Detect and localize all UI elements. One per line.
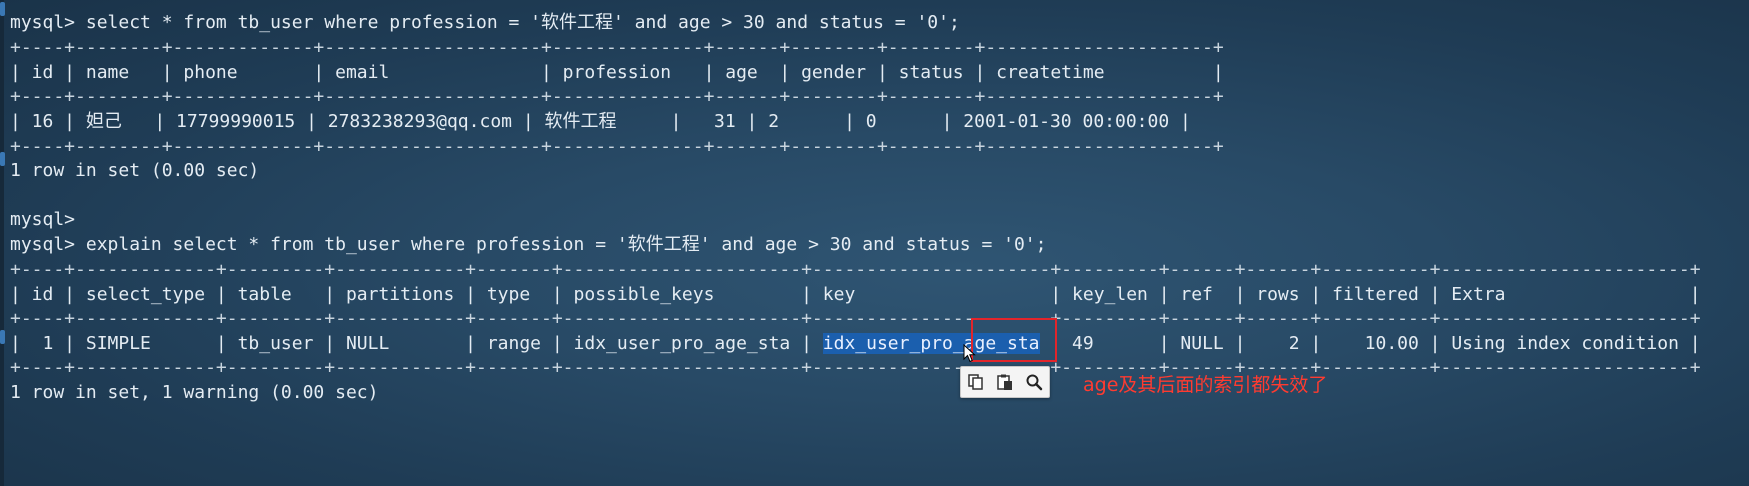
mysql-prompt: mysql> bbox=[10, 209, 76, 230]
annotation-text: age及其后面的索引都失效了 bbox=[1083, 374, 1328, 396]
left-edge-marker bbox=[0, 330, 5, 344]
explain-header-row: | id | select_type | table | partitions … bbox=[10, 284, 1701, 305]
left-edge-bar bbox=[0, 0, 4, 486]
table-row: | 16 | 妲己 | 17799990015 | 2783238293@qq.… bbox=[10, 111, 1191, 132]
explain-data-row: | 1 | SIMPLE | tb_user | NULL | range | … bbox=[10, 333, 1701, 355]
result-status: 1 row in set (0.00 sec) bbox=[10, 160, 260, 181]
row-text-after-selection: | 49 | NULL | 2 | 10.00 | Using index co… bbox=[1039, 333, 1701, 354]
key-len-highlight-box bbox=[971, 318, 1057, 362]
terminal-line-query: mysql> select * from tb_user where profe… bbox=[10, 12, 960, 33]
paste-icon[interactable] bbox=[993, 370, 1017, 394]
left-edge-marker bbox=[0, 152, 5, 166]
left-edge-marker bbox=[0, 2, 5, 16]
terminal-line-explain: mysql> explain select * from tb_user whe… bbox=[10, 234, 1047, 255]
mouse-cursor-icon bbox=[963, 344, 976, 363]
table-border: +----+-------------+---------+----------… bbox=[10, 357, 1701, 378]
search-icon[interactable] bbox=[1022, 370, 1046, 394]
result-status: 1 row in set, 1 warning (0.00 sec) bbox=[10, 382, 379, 403]
table-border: +----+--------+-------------+-----------… bbox=[10, 86, 1224, 107]
selection-toolbar bbox=[960, 366, 1050, 398]
table-border: +----+--------+-------------+-----------… bbox=[10, 37, 1224, 58]
terminal-window[interactable]: mysql> select * from tb_user where profe… bbox=[0, 0, 1749, 486]
row-text-before-selection: | 1 | SIMPLE | tb_user | NULL | range | … bbox=[10, 333, 823, 354]
table-border: +----+-------------+---------+----------… bbox=[10, 308, 1701, 329]
table-border: +----+--------+-------------+-----------… bbox=[10, 136, 1224, 157]
table-header-row: | id | name | phone | email | profession… bbox=[10, 62, 1224, 83]
table-border: +----+-------------+---------+----------… bbox=[10, 259, 1701, 280]
copy-icon[interactable] bbox=[964, 370, 988, 394]
